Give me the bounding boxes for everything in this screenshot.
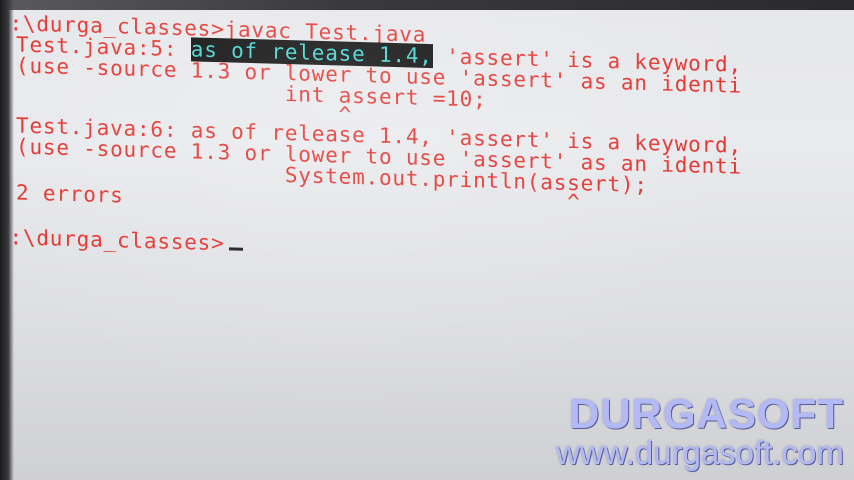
watermark-brand: DURGASOFT — [569, 390, 844, 437]
durgasoft-watermark: DURGASOFT www.durgasoft.com — [556, 393, 844, 471]
monitor-screen: C:\durga_classes>javac Test.java Test.ja… — [0, 0, 854, 480]
terminal-line-prompt: C:\durga_classes> — [0, 224, 243, 256]
monitor-bezel-left — [0, 0, 14, 480]
error-count: 2 errors — [16, 180, 124, 208]
terminal-line-error-count: 2 errors — [16, 180, 124, 208]
watermark-url: www.durgasoft.com — [556, 434, 844, 471]
command-prompt: C:\durga_classes> — [0, 224, 225, 256]
text-cursor — [228, 247, 243, 251]
monitor-bezel-top — [0, 0, 854, 10]
